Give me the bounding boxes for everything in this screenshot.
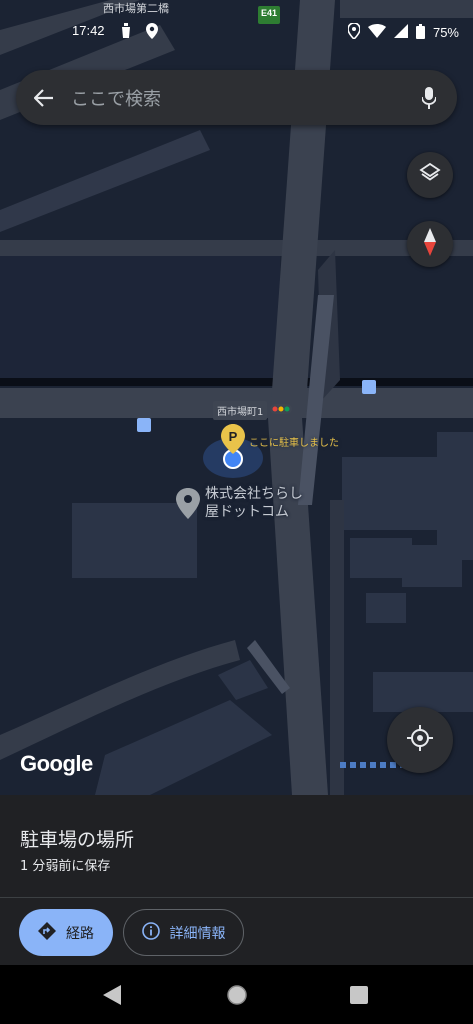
google-logo: Google bbox=[20, 751, 93, 776]
parked-here-label: ここに駐車しました bbox=[249, 438, 339, 449]
directions-icon bbox=[38, 921, 56, 944]
status-icons: 75% bbox=[347, 22, 459, 42]
location-icon bbox=[347, 22, 361, 42]
signal-icon bbox=[393, 24, 408, 41]
place-name-line2: 屋ドットコム bbox=[205, 504, 289, 520]
sheet-subtitle: 1 分弱前に保存 bbox=[20, 859, 111, 874]
sheet-title: 駐車場の場所 bbox=[20, 829, 135, 851]
wifi-icon bbox=[367, 24, 386, 41]
microphone-icon[interactable] bbox=[401, 70, 457, 125]
parking-pin-icon[interactable]: P bbox=[221, 424, 245, 454]
compass-icon bbox=[422, 228, 438, 260]
recents-nav-icon[interactable] bbox=[350, 986, 368, 1008]
route-label: 経路 bbox=[66, 925, 94, 942]
search-input[interactable]: ここで検索 bbox=[71, 85, 401, 111]
place-label[interactable]: 株式会社ちらし 屋ドットコム bbox=[205, 485, 303, 521]
notification-icon bbox=[121, 23, 131, 43]
svg-text:P: P bbox=[229, 429, 238, 444]
system-nav-bar bbox=[0, 965, 473, 1024]
street-label: 西市場町1 bbox=[213, 401, 268, 420]
battery-icon bbox=[415, 23, 425, 42]
place-name-line1: 株式会社ちらし bbox=[205, 486, 303, 502]
info-icon bbox=[141, 921, 160, 944]
compass-button[interactable] bbox=[407, 221, 453, 267]
status-time: 17:42 bbox=[72, 23, 105, 38]
details-label: 詳細情報 bbox=[169, 925, 226, 942]
my-location-button[interactable] bbox=[387, 707, 453, 773]
route-button[interactable]: 経路 bbox=[19, 909, 113, 956]
details-button[interactable]: 詳細情報 bbox=[123, 909, 244, 956]
layers-icon bbox=[419, 162, 441, 188]
search-bar[interactable]: ここで検索 bbox=[16, 70, 457, 125]
location-icon bbox=[146, 23, 158, 43]
status-bar: 17:42 75% bbox=[0, 0, 473, 60]
back-arrow-icon[interactable] bbox=[16, 70, 71, 125]
back-nav-icon[interactable] bbox=[103, 985, 121, 1009]
crosshair-icon bbox=[407, 725, 433, 755]
battery-percent: 75% bbox=[432, 25, 459, 40]
home-nav-icon[interactable] bbox=[226, 984, 248, 1010]
layers-button[interactable] bbox=[407, 152, 453, 198]
divider bbox=[0, 897, 473, 898]
